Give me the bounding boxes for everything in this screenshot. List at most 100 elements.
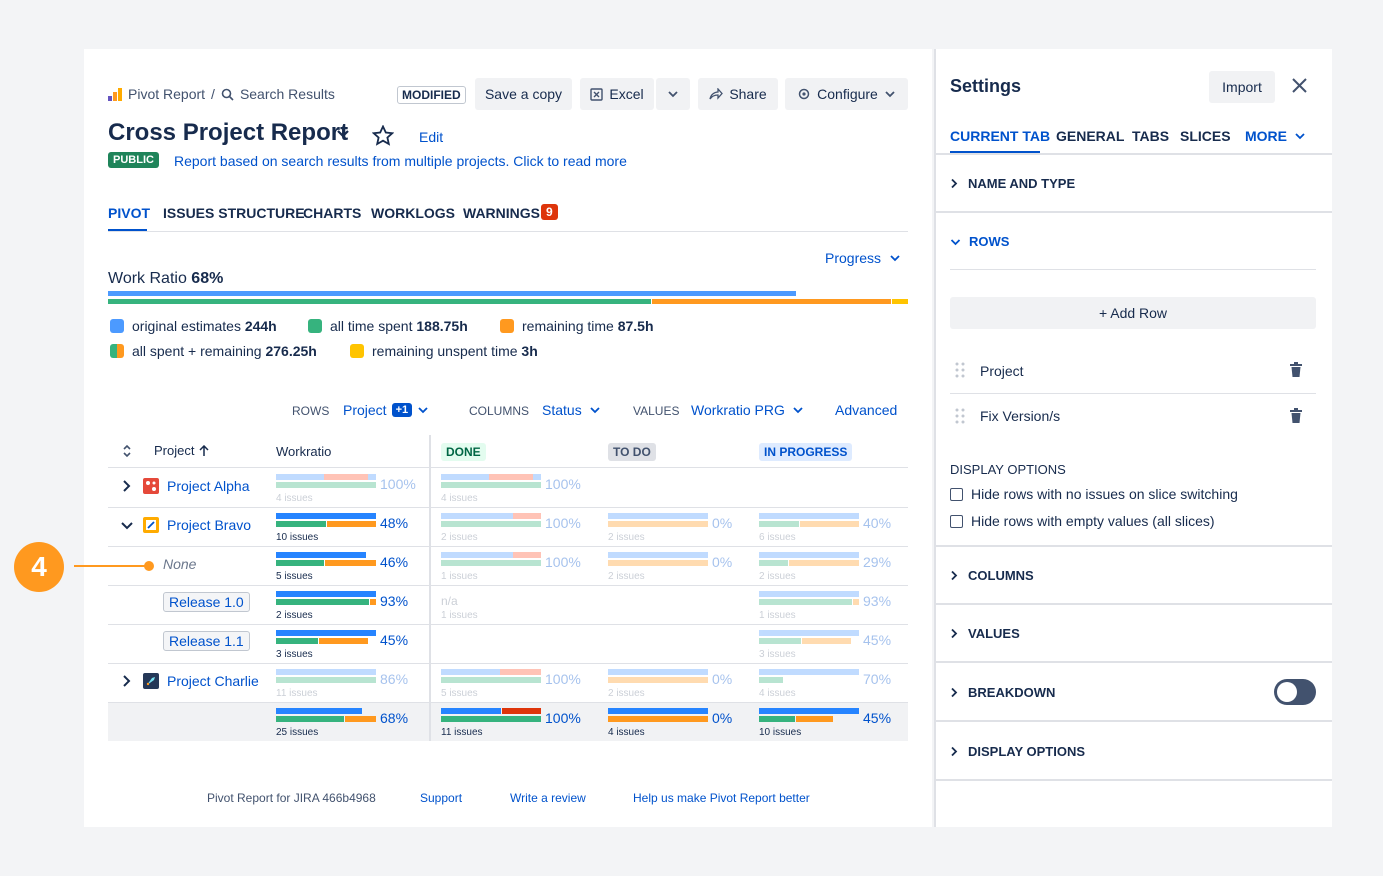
edit-link[interactable]: Edit — [419, 129, 443, 145]
tab-issues-structure[interactable]: ISSUES STRUCTURE — [163, 205, 305, 221]
save-copy-label: Save a copy — [484, 86, 563, 102]
status-todo-header: TO DO — [608, 443, 656, 461]
checkbox-box[interactable] — [950, 514, 963, 528]
remaining-bar — [853, 599, 859, 605]
row-divider — [108, 507, 908, 508]
tab-warnings[interactable]: WARNINGS — [463, 205, 540, 221]
save-copy-button[interactable]: Save a copy — [475, 78, 572, 110]
settings-tab-slices[interactable]: SLICES — [1180, 128, 1231, 144]
settings-tab-current[interactable]: CURRENT TAB — [950, 128, 1050, 144]
issues-count: 4 issues — [276, 493, 313, 504]
project-charlie-icon — [143, 673, 159, 689]
footer-support-link[interactable]: Support — [420, 791, 462, 805]
report-description-link[interactable]: Report based on search results from mult… — [174, 153, 627, 169]
close-icon[interactable] — [1291, 77, 1308, 94]
section-breakdown[interactable]: BREAKDOWN — [950, 685, 1055, 700]
section-rows[interactable]: ROWS — [950, 234, 1009, 249]
settings-tab-tabs[interactable]: TABS — [1132, 128, 1169, 144]
overrun-bar — [489, 474, 533, 480]
advanced-link[interactable]: Advanced — [835, 402, 897, 418]
breakdown-toggle[interactable] — [1274, 679, 1316, 705]
hide-empty-values-checkbox[interactable]: Hide rows with empty values (all slices) — [950, 513, 1215, 529]
issues-count: 10 issues — [759, 727, 802, 738]
hide-no-issues-checkbox[interactable]: Hide rows with no issues on slice switch… — [950, 486, 1238, 502]
section-columns[interactable]: COLUMNS — [950, 568, 1034, 583]
row-release-1-0[interactable]: Release 1.0 — [163, 592, 250, 612]
overrun-bar — [513, 513, 541, 519]
breadcrumb-current[interactable]: Search Results — [240, 86, 335, 102]
inprogress-total: 45% — [863, 710, 892, 726]
section-label: ROWS — [969, 234, 1010, 249]
settings-divider — [934, 153, 1332, 155]
title-chevron-down-icon[interactable] — [336, 129, 350, 139]
add-row-button[interactable]: + Add Row — [950, 297, 1316, 329]
estimate-bar — [441, 708, 501, 714]
tab-charts[interactable]: CHARTS — [303, 205, 361, 221]
chevron-down-icon — [667, 90, 679, 98]
rows-extra-badge: +1 — [391, 403, 413, 417]
expand-chevron-icon[interactable] — [122, 675, 131, 687]
work-ratio-heading: Work Ratio 68% — [108, 270, 223, 288]
row-release-1-1[interactable]: Release 1.1 — [163, 631, 250, 651]
values-selector[interactable]: Workratio PRG — [691, 402, 804, 418]
inprogress-value: 45% — [863, 632, 892, 648]
excel-button[interactable]: Excel — [580, 78, 654, 110]
issues-count: 1 issues — [759, 610, 796, 621]
footer-help-link[interactable]: Help us make Pivot Report better — [633, 791, 810, 805]
settings-tab-more[interactable]: MORE — [1245, 128, 1306, 144]
row-divider — [108, 663, 908, 664]
callout-number-badge: 4 — [14, 542, 64, 592]
spent-bar — [759, 638, 801, 644]
row-project-alpha[interactable]: Project Alpha — [167, 478, 250, 494]
done-value: 100% — [545, 671, 581, 687]
trash-icon[interactable] — [1289, 408, 1303, 424]
chevron-right-icon — [950, 628, 958, 639]
issues-count: 11 issues — [441, 727, 483, 738]
arrow-up-icon — [199, 444, 209, 457]
progress-dropdown[interactable]: Progress — [825, 250, 901, 266]
pivot-logo-icon — [108, 87, 122, 101]
row-project-bravo[interactable]: Project Bravo — [167, 517, 251, 533]
row-item-project: Project — [980, 363, 1024, 379]
star-icon[interactable] — [372, 125, 394, 146]
project-bravo-icon — [143, 517, 159, 533]
section-values[interactable]: VALUES — [950, 626, 1020, 641]
tab-pivot[interactable]: PIVOT — [108, 205, 150, 221]
legend-value: 188.75h — [416, 318, 468, 334]
collapse-chevron-icon[interactable] — [121, 521, 133, 530]
excel-dropdown-button[interactable] — [656, 78, 690, 110]
work-ratio-value: 68% — [191, 270, 224, 287]
rows-selector[interactable]: Project +1 — [343, 402, 429, 418]
footer-review-link[interactable]: Write a review — [510, 791, 586, 805]
drag-handle-icon[interactable] — [955, 362, 965, 378]
expand-chevron-icon[interactable] — [122, 480, 131, 492]
breadcrumb-root[interactable]: Pivot Report — [128, 86, 205, 102]
checkbox-box[interactable] — [950, 487, 963, 501]
spent-bar — [276, 482, 376, 488]
overrun-bar — [502, 708, 541, 714]
inprogress-value: 70% — [863, 671, 892, 687]
remaining-bar — [796, 716, 833, 722]
share-button[interactable]: Share — [698, 78, 778, 110]
workratio-value: 48% — [380, 515, 409, 531]
row-project-charlie[interactable]: Project Charlie — [167, 673, 259, 689]
overrun-bar — [324, 474, 368, 480]
section-name-and-type[interactable]: NAME AND TYPE — [950, 176, 1075, 191]
page-title: Cross Project Report — [108, 119, 349, 146]
legend-value: 244h — [244, 318, 277, 334]
project-column-header[interactable]: Project — [154, 443, 209, 458]
configure-button[interactable]: Configure — [785, 78, 908, 110]
column-divider — [429, 703, 431, 741]
import-label: Import — [1222, 79, 1262, 95]
drag-handle-icon[interactable] — [955, 408, 965, 424]
remaining-bar — [802, 638, 851, 644]
import-button[interactable]: Import — [1209, 71, 1275, 103]
columns-selector[interactable]: Status — [542, 402, 601, 418]
chevron-right-icon — [950, 570, 958, 581]
checkbox-label: Hide rows with no issues on slice switch… — [971, 486, 1238, 502]
trash-icon[interactable] — [1289, 362, 1303, 378]
section-display-options[interactable]: DISPLAY OPTIONS — [950, 744, 1085, 759]
sort-toggle-icon[interactable] — [122, 444, 132, 458]
settings-tab-general[interactable]: GENERAL — [1056, 128, 1124, 144]
tab-worklogs[interactable]: WORKLOGS — [371, 205, 455, 221]
